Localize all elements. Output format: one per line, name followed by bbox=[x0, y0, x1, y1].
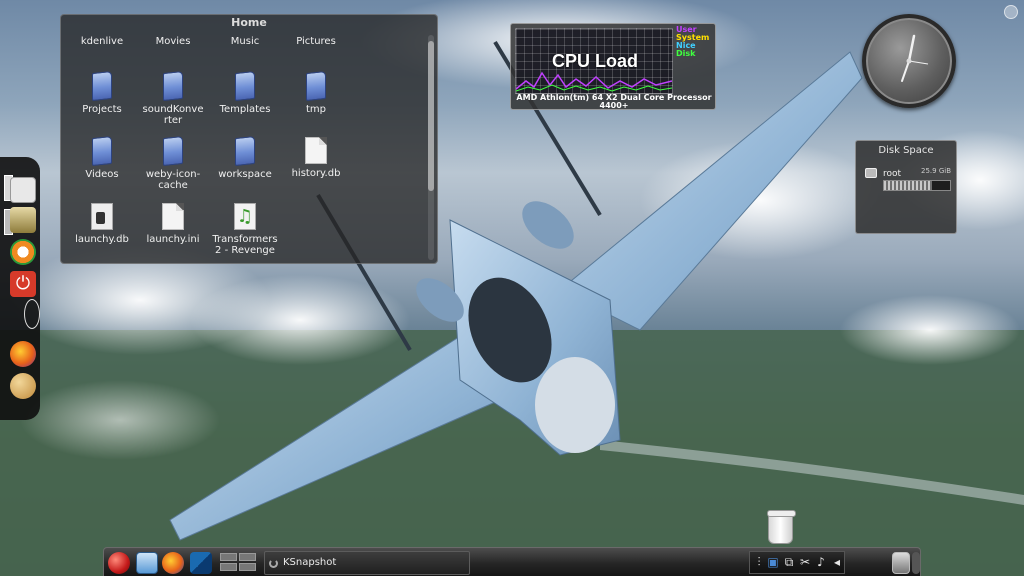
database-file-icon bbox=[91, 203, 113, 230]
clipboard-icon[interactable]: ⧉ bbox=[782, 555, 796, 570]
folder-item-history-db[interactable]: history.db bbox=[276, 137, 356, 179]
application-launcher-icon[interactable] bbox=[108, 552, 130, 574]
taskbar-task-label: KSnapshot bbox=[283, 557, 337, 568]
folder-item-launchy-ini[interactable]: launchy.ini bbox=[133, 203, 213, 245]
system-tray: ⫶ ▣ ⧉ ✂ ♪ ◂ bbox=[749, 551, 845, 574]
disk-usage-fill bbox=[884, 181, 932, 190]
network-manager-icon[interactable]: ▣ bbox=[766, 555, 780, 569]
folder-item-videos[interactable]: Videos bbox=[62, 135, 142, 180]
folder-view-widget: Home kdenlive Movies Music Pictures Proj… bbox=[60, 14, 438, 264]
pager-desktop-2[interactable] bbox=[239, 553, 256, 561]
folder-item-label: launchy.ini bbox=[146, 234, 200, 245]
power-icon[interactable]: ⏻ bbox=[10, 271, 36, 297]
panel-toolbox-icon[interactable] bbox=[912, 552, 920, 574]
analog-clock-widget bbox=[862, 14, 956, 108]
disk-space-widget: Disk Space root 25.9 GiB bbox=[855, 140, 957, 234]
window-thumbnail-icon[interactable] bbox=[10, 177, 36, 203]
folder-icon bbox=[92, 135, 112, 167]
firefox-icon[interactable] bbox=[162, 552, 184, 574]
folder-item-label: Videos bbox=[85, 169, 119, 180]
folder-item-label: workspace bbox=[218, 169, 272, 180]
klipper-scissors-icon[interactable]: ✂ bbox=[798, 555, 812, 569]
folder-item-kdenlive[interactable]: kdenlive bbox=[62, 36, 142, 47]
cpu-load-title: CPU Load bbox=[551, 51, 638, 71]
paint-palette-icon[interactable] bbox=[10, 373, 36, 399]
notes-icon[interactable] bbox=[10, 207, 36, 233]
folder-icon bbox=[92, 70, 112, 102]
folder-item-soundkonverter[interactable]: soundKonverter bbox=[133, 70, 213, 126]
trash-icon[interactable] bbox=[767, 510, 796, 544]
pager-desktop-1[interactable] bbox=[220, 553, 237, 561]
folder-item-launchy-db[interactable]: launchy.db bbox=[62, 203, 142, 245]
file-icon bbox=[162, 203, 184, 230]
folder-icon bbox=[163, 135, 183, 167]
cpu-load-graph: CPU Load bbox=[515, 28, 673, 94]
cpu-processor-name: AMD Athlon(tm) 64 X2 Dual Core Processor… bbox=[516, 93, 712, 110]
folder-item-weby-icon-cache[interactable]: weby-icon-cache bbox=[133, 135, 213, 191]
music-file-icon: ♫ bbox=[234, 203, 256, 230]
tray-expand-icon[interactable]: ◂ bbox=[830, 555, 844, 569]
tray-separator-icon[interactable]: ⫶ bbox=[752, 555, 766, 570]
disk-drive-size: 25.9 GiB bbox=[921, 167, 951, 175]
folder-item-movies[interactable]: Movies bbox=[133, 36, 213, 47]
disk-space-title: Disk Space bbox=[878, 145, 934, 156]
folder-item-label: weby-icon-cache bbox=[145, 169, 201, 191]
file-manager-icon[interactable] bbox=[136, 552, 158, 574]
folder-item-projects[interactable]: Projects bbox=[62, 70, 142, 115]
folder-item-pictures[interactable]: Pictures bbox=[276, 36, 356, 47]
folder-icon bbox=[163, 70, 183, 102]
pager-desktop-3[interactable] bbox=[220, 563, 237, 571]
folder-item-label: Projects bbox=[82, 104, 122, 115]
folder-item-workspace[interactable]: workspace bbox=[205, 135, 285, 180]
folder-item-tmp[interactable]: tmp bbox=[276, 70, 356, 115]
folder-item-label: tmp bbox=[305, 104, 326, 115]
folder-item-label: Transformers 2 - Revenge bbox=[212, 234, 278, 256]
clock-hands-icon bbox=[901, 34, 929, 82]
folder-view-scrollbar[interactable] bbox=[428, 35, 434, 260]
desktop-switch-icon[interactable] bbox=[190, 552, 212, 574]
lifebuoy-help-icon[interactable] bbox=[10, 239, 36, 265]
taskbar-task-ksnapshot[interactable]: KSnapshot bbox=[264, 551, 470, 575]
scrollbar-thumb[interactable] bbox=[428, 41, 434, 191]
folder-item-label: Templates bbox=[219, 104, 271, 115]
file-icon bbox=[305, 137, 327, 164]
dock-separator-ring bbox=[24, 299, 40, 329]
loading-spinner-icon bbox=[269, 559, 278, 568]
cpu-load-widget: CPU Load User System Nice Disk AMD Athlo… bbox=[510, 23, 716, 110]
folder-icon bbox=[235, 70, 255, 102]
hard-drive-icon bbox=[865, 168, 877, 178]
disk-usage-bar bbox=[883, 180, 951, 191]
device-notifier-icon[interactable] bbox=[892, 552, 910, 574]
folder-icon bbox=[235, 135, 255, 167]
folder-icon bbox=[306, 70, 326, 102]
folder-item-label: launchy.db bbox=[75, 234, 129, 245]
left-launcher-dock: ⏻ bbox=[0, 157, 40, 420]
folder-item-label: soundKonverter bbox=[142, 104, 204, 126]
folder-view-title: Home bbox=[231, 16, 267, 29]
folder-item-templates[interactable]: Templates bbox=[205, 70, 285, 115]
folder-item-label: history.db bbox=[291, 168, 341, 179]
folder-item-transformers[interactable]: ♫ Transformers 2 - Revenge bbox=[205, 203, 285, 256]
cpu-load-legend: User System Nice Disk bbox=[676, 26, 709, 58]
folder-item-music[interactable]: Music bbox=[205, 36, 285, 47]
pager-desktop-4[interactable] bbox=[239, 563, 256, 571]
firefox-icon[interactable] bbox=[10, 341, 36, 367]
volume-icon[interactable]: ♪ bbox=[814, 555, 828, 569]
desktop-toolbox-button[interactable] bbox=[1004, 5, 1018, 19]
bottom-panel: KSnapshot ⫶ ▣ ⧉ ✂ ♪ ◂ bbox=[103, 547, 921, 576]
legend-disk: Disk bbox=[676, 49, 696, 58]
disk-drive-label: root bbox=[883, 169, 902, 179]
